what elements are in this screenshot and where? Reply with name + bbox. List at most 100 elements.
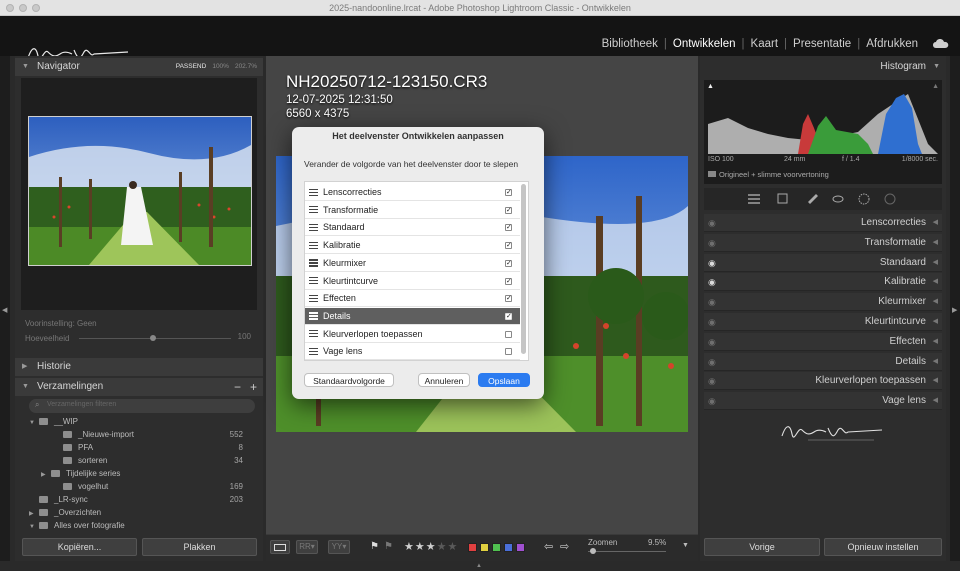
star-rating[interactable]: ★★★★★ [404,540,458,553]
module-presentatie[interactable]: Presentatie [787,38,857,50]
drag-handle-icon[interactable] [309,312,319,320]
drag-handle-icon[interactable] [309,259,319,267]
edit-sliders-icon[interactable] [746,188,762,210]
loupe-view-button[interactable] [270,540,290,554]
color-label-swatch[interactable] [504,543,513,552]
amount-slider-thumb[interactable] [150,335,156,341]
panel-visibility-checkbox[interactable] [505,348,512,356]
presets-icon[interactable] [884,188,898,210]
drag-handle-icon[interactable] [309,188,319,196]
before-after-tb-button[interactable]: YY▾ [328,540,350,554]
zoom-slider[interactable] [588,551,666,552]
shadow-clipping-icon[interactable]: ▲ [707,83,714,90]
filmstrip-toggle-icon[interactable]: ▲ [476,563,482,569]
drag-handle-icon[interactable] [309,330,319,338]
color-label-swatch[interactable] [468,543,477,552]
panel-order-item[interactable]: Effecten ✓ [305,290,520,308]
add-collection-button[interactable]: + [250,378,257,396]
develop-panel-header[interactable]: ◉ Standaard ◀ [704,253,942,272]
collection-item[interactable]: ▶ Tijdelijke series [29,468,243,480]
panel-order-item[interactable]: Kleurmixer ✓ [305,255,520,272]
masking-icon[interactable] [858,188,872,210]
healing-icon[interactable] [806,188,820,210]
develop-panel-header[interactable]: ◉ Effecten ◀ [704,332,942,351]
panel-visibility-checkbox[interactable]: ✓ [505,189,512,196]
collections-search-field[interactable]: ⌕ Verzamelingen filteren [29,399,255,413]
panel-order-item[interactable]: Kleurverlopen toepassen [305,326,520,343]
develop-panel-header[interactable]: ◉ Details ◀ [704,352,942,371]
panel-order-item[interactable]: Kalibratie ✓ [305,237,520,255]
panel-visibility-checkbox[interactable]: ✓ [505,295,512,303]
color-label-swatch[interactable] [492,543,501,552]
collection-item[interactable]: _Nieuwe-import 552 [29,429,243,441]
rating-star-icon[interactable]: ★ [426,541,436,553]
panel-eye-icon[interactable]: ◉ [708,214,716,232]
rating-star-icon[interactable]: ★ [404,541,414,553]
collection-item[interactable]: ▼ Alles over fotografie [29,520,243,532]
develop-panel-header[interactable]: ◉ Transformatie ◀ [704,233,942,252]
color-label-swatch[interactable] [480,543,489,552]
save-button[interactable]: Opslaan [478,373,530,387]
histogram-area[interactable]: ▲ ▲ ISO 100 24 mm f / 1.4 1/8000 sec. Or… [704,80,942,184]
navigator-zoom-option[interactable]: PASSEND [176,63,207,70]
color-label-swatch[interactable] [516,543,525,552]
paste-settings-button[interactable]: Plakken [142,538,257,556]
panel-visibility-checkbox[interactable] [505,330,512,338]
before-after-lr-button[interactable]: RR▾ [296,540,318,554]
navigator-header[interactable]: ▼ Navigator PASSEND 100% 202.7% [15,58,263,76]
navigator-zoom-options[interactable]: PASSEND 100% 202.7% [170,58,257,76]
panel-expand-icon[interactable]: ◀ [933,293,938,311]
collection-item[interactable]: ▶ _Overzichten [29,507,243,519]
list-scrollbar[interactable] [521,184,526,354]
panel-expand-icon[interactable]: ◀ [933,254,938,272]
develop-panel-header[interactable]: ◉ Kleurverlopen toepassen ◀ [704,372,942,391]
default-order-button[interactable]: Standaardvolgorde [304,373,394,387]
panel-order-item[interactable]: Vage lens [305,343,520,361]
panel-eye-icon[interactable]: ◉ [708,333,716,351]
reset-button[interactable]: Opnieuw instellen [824,538,942,556]
develop-panel-header[interactable]: ◉ Kalibratie ◀ [704,273,942,292]
zoom-slider-thumb[interactable] [590,548,596,554]
panel-visibility-checkbox[interactable]: ✓ [505,206,512,214]
panel-visibility-checkbox[interactable]: ✓ [505,259,512,267]
toolbar-options-chevron-icon[interactable]: ▼ [682,542,689,549]
panel-eye-icon[interactable]: ◉ [708,234,716,252]
flag-icon[interactable]: ⚑ [370,541,379,552]
collections-header[interactable]: ▼ Verzamelingen − + [15,378,263,396]
disclosure-triangle-icon[interactable]: ▼ [29,521,39,533]
module-afdrukken[interactable]: Afdrukken [860,38,924,50]
module-kaart[interactable]: Kaart [745,38,785,50]
previous-image-icon[interactable]: ⇦ [544,540,553,553]
history-header[interactable]: ▶ Historie [15,358,263,376]
panel-expand-icon[interactable]: ◀ [933,214,938,232]
panel-visibility-checkbox[interactable]: ✓ [505,224,512,232]
collection-item[interactable]: PFA 8 [29,442,243,454]
panel-order-item[interactable]: Transformatie ✓ [305,202,520,219]
disclosure-triangle-icon[interactable]: ▶ [29,508,39,520]
panel-expand-icon[interactable]: ◀ [933,234,938,252]
panel-eye-icon[interactable]: ◉ [708,293,716,311]
panel-order-item[interactable]: Kleurtintcurve ✓ [305,273,520,290]
collection-item[interactable]: sorteren 34 [29,455,243,467]
panel-expand-icon[interactable]: ◀ [933,372,938,390]
panel-eye-icon[interactable]: ◉ [708,392,716,410]
panel-eye-icon[interactable]: ◉ [708,313,716,331]
collapse-collections-button[interactable]: − [234,378,241,396]
disclosure-triangle-icon[interactable]: ▶ [41,469,51,481]
panel-eye-icon[interactable]: ◉ [708,372,716,390]
panel-eye-icon[interactable]: ◉ [708,254,716,272]
reject-flag-icon[interactable]: ⚑ [384,541,393,552]
drag-handle-icon[interactable] [309,241,319,249]
left-panel-edge[interactable]: ◀ [0,56,10,561]
module-ontwikkelen[interactable]: Ontwikkelen [667,38,742,50]
develop-panel-header[interactable]: ◉ Kleurmixer ◀ [704,293,942,312]
panel-eye-icon[interactable]: ◉ [708,273,716,291]
drag-handle-icon[interactable] [309,223,319,232]
develop-panel-header[interactable]: ◉ Lenscorrecties ◀ [704,214,942,232]
previous-settings-button[interactable]: Vorige [704,538,820,556]
panel-visibility-checkbox[interactable]: ✓ [505,242,512,250]
navigator-zoom-option[interactable]: 202.7% [235,63,257,70]
panel-order-item[interactable]: Standaard ✓ [305,219,520,237]
panel-visibility-checkbox[interactable]: ✓ [505,312,512,320]
histogram-header[interactable]: Histogram ▼ [700,58,946,76]
